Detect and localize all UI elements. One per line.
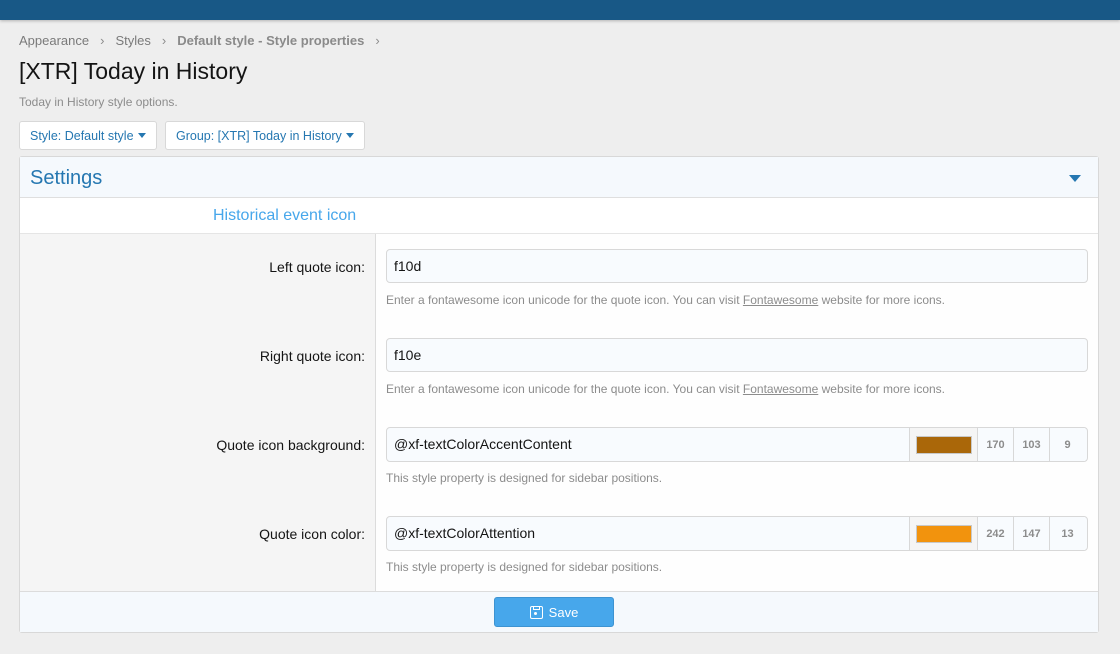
chevron-right-icon: › <box>161 33 167 48</box>
breadcrumb: Appearance › Styles › Default style - St… <box>19 33 391 48</box>
breadcrumb-style-properties[interactable]: Default style - Style properties <box>177 33 364 48</box>
chevron-right-icon: › <box>100 33 105 48</box>
explain-text: website for more icons. <box>818 293 945 307</box>
fontawesome-link[interactable]: Fontawesome <box>743 293 818 307</box>
fontawesome-link[interactable]: Fontawesome <box>743 382 818 396</box>
right-quote-icon-explain: Enter a fontawesome icon unicode for the… <box>386 382 945 396</box>
left-quote-icon-input[interactable]: f10d <box>386 249 1088 283</box>
quote-icon-background-input[interactable]: @xf-textColorAccentContent 170 103 9 <box>386 427 1088 462</box>
page-title: [XTR] Today in History <box>19 58 248 84</box>
chevron-right-icon: › <box>375 33 380 48</box>
red-value: 170 <box>977 428 1013 461</box>
green-value: 147 <box>1013 517 1049 550</box>
right-quote-icon-input[interactable]: f10e <box>386 338 1088 372</box>
save-icon <box>529 605 543 619</box>
color-swatch <box>916 525 972 543</box>
caret-down-icon <box>345 133 354 138</box>
style-filter-label: Style: Default style <box>30 128 134 143</box>
explain-text: Enter a fontawesome icon unicode for the… <box>386 293 743 307</box>
quote-icon-background-label: Quote icon background: <box>216 437 365 453</box>
page-description: Today in History style options. <box>19 95 178 109</box>
save-button[interactable]: Save <box>494 597 614 627</box>
color-picker[interactable] <box>909 428 977 461</box>
color-picker[interactable] <box>909 517 977 550</box>
green-value: 103 <box>1013 428 1049 461</box>
explain-text: Enter a fontawesome icon unicode for the… <box>386 382 743 396</box>
section-header: Historical event icon <box>20 198 1098 234</box>
settings-header[interactable]: Settings <box>20 157 1098 198</box>
breadcrumb-appearance[interactable]: Appearance <box>19 33 89 48</box>
form-footer: Save <box>20 591 1098 632</box>
quote-icon-color-input[interactable]: @xf-textColorAttention 242 147 13 <box>386 516 1088 551</box>
save-label: Save <box>548 604 579 620</box>
color-value: @xf-textColorAccentContent <box>394 436 572 452</box>
blue-value: 13 <box>1049 517 1085 550</box>
top-navigation-bar <box>0 0 1120 20</box>
settings-title: Settings <box>30 167 103 189</box>
style-filter-button[interactable]: Style: Default style <box>19 121 157 150</box>
quote-icon-color-explain: This style property is designed for side… <box>386 560 663 574</box>
group-filter-button[interactable]: Group: [XTR] Today in History <box>165 121 365 150</box>
breadcrumb-styles[interactable]: Styles <box>115 33 150 48</box>
color-value: @xf-textColorAttention <box>394 525 536 541</box>
color-swatch <box>916 436 972 454</box>
caret-down-icon <box>137 133 146 138</box>
group-filter-label: Group: [XTR] Today in History <box>176 128 342 143</box>
red-value: 242 <box>977 517 1013 550</box>
explain-text: website for more icons. <box>818 382 945 396</box>
section-title: Historical event icon <box>213 207 357 224</box>
settings-block: Settings Historical event icon Left quot… <box>19 156 1099 633</box>
left-quote-icon-explain: Enter a fontawesome icon unicode for the… <box>386 293 945 307</box>
left-quote-icon-label: Left quote icon: <box>269 259 365 275</box>
quote-icon-background-explain: This style property is designed for side… <box>386 471 663 485</box>
right-quote-icon-label: Right quote icon: <box>259 348 365 364</box>
collapse-toggle-icon[interactable] <box>1069 175 1081 182</box>
blue-value: 9 <box>1049 428 1085 461</box>
quote-icon-color-label: Quote icon color: <box>259 526 365 542</box>
